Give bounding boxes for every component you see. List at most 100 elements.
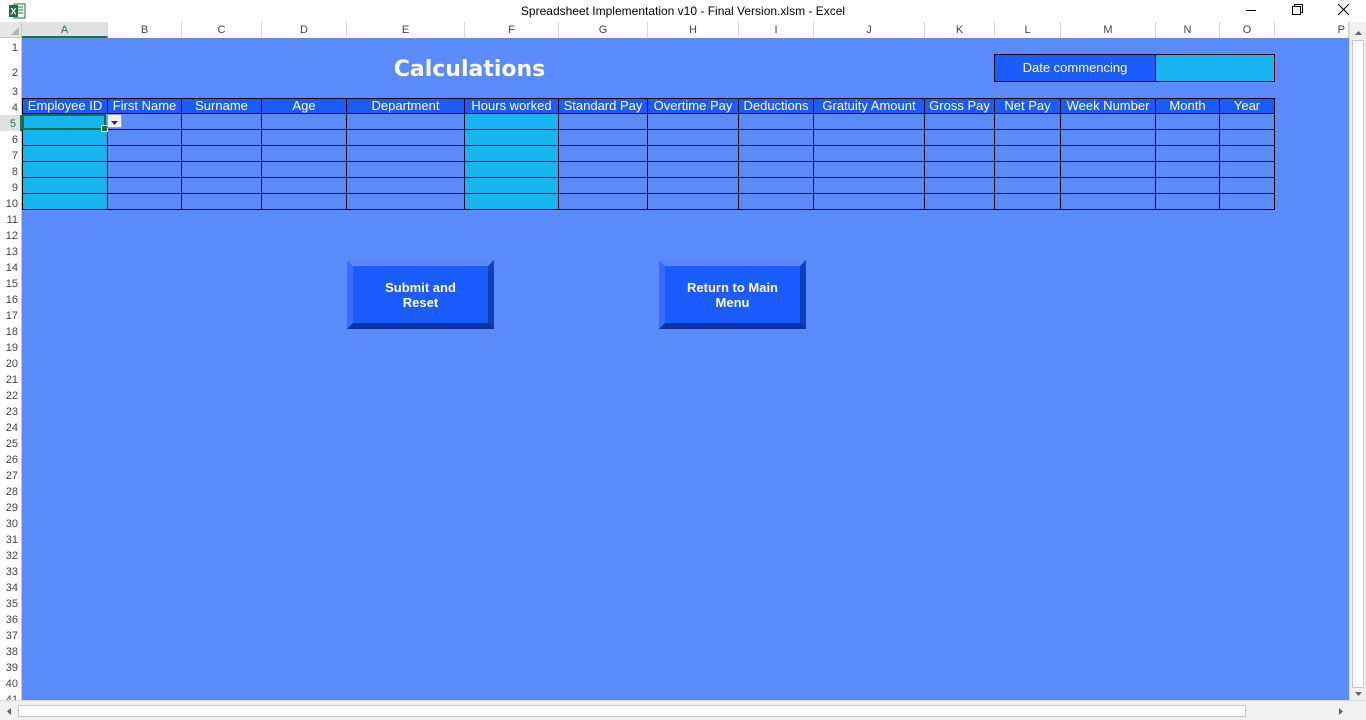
table-cell[interactable]	[346, 113, 465, 130]
row-header[interactable]: 5	[0, 115, 22, 131]
column-header-m[interactable]: M	[1061, 22, 1156, 38]
table-cell[interactable]	[647, 113, 739, 130]
row-header[interactable]: 21	[0, 371, 22, 387]
scroll-down-button[interactable]	[1350, 683, 1366, 700]
column-header-a[interactable]: A	[22, 22, 108, 38]
table-cell[interactable]	[464, 193, 559, 210]
row-header[interactable]: 32	[0, 547, 22, 563]
table-cell[interactable]	[107, 145, 182, 162]
table-cell[interactable]	[1155, 145, 1220, 162]
row-header[interactable]: 15	[0, 275, 22, 291]
row-header[interactable]: 34	[0, 579, 22, 595]
row-header[interactable]: 1	[0, 39, 22, 55]
table-cell[interactable]	[181, 177, 262, 194]
row-header[interactable]: 17	[0, 307, 22, 323]
table-cell[interactable]	[738, 161, 814, 178]
row-header[interactable]: 37	[0, 627, 22, 643]
table-cell[interactable]	[558, 177, 648, 194]
row-header[interactable]: 36	[0, 611, 22, 627]
table-cell[interactable]	[181, 145, 262, 162]
table-cell[interactable]	[558, 193, 648, 210]
table-cell[interactable]	[261, 129, 347, 146]
table-cell[interactable]	[1219, 177, 1275, 194]
scroll-left-button[interactable]	[0, 701, 17, 720]
row-header[interactable]: 13	[0, 243, 22, 259]
table-cell[interactable]	[261, 193, 347, 210]
table-cell[interactable]	[261, 161, 347, 178]
table-cell[interactable]	[647, 177, 739, 194]
table-cell[interactable]	[1155, 193, 1220, 210]
table-cell[interactable]	[558, 145, 648, 162]
table-cell[interactable]	[107, 129, 182, 146]
column-header-p[interactable]: P	[1275, 22, 1349, 38]
table-cell[interactable]	[994, 161, 1061, 178]
table-cell[interactable]	[464, 113, 559, 130]
row-header[interactable]: 19	[0, 339, 22, 355]
table-cell[interactable]	[924, 161, 995, 178]
table-cell[interactable]	[813, 113, 925, 130]
row-header[interactable]: 24	[0, 419, 22, 435]
table-cell[interactable]	[22, 161, 108, 178]
row-header[interactable]: 29	[0, 499, 22, 515]
table-cell[interactable]	[1060, 113, 1156, 130]
table-cell[interactable]	[22, 193, 108, 210]
table-cell[interactable]	[22, 145, 108, 162]
table-cell[interactable]	[647, 161, 739, 178]
row-header[interactable]: 4	[0, 99, 22, 115]
table-cell[interactable]	[1155, 113, 1220, 130]
restore-button[interactable]	[1274, 0, 1320, 22]
row-header[interactable]: 7	[0, 147, 22, 163]
table-cell[interactable]	[813, 129, 925, 146]
table-cell[interactable]	[107, 193, 182, 210]
submit-and-reset-button[interactable]: Submit and Reset	[347, 260, 494, 329]
table-cell[interactable]	[738, 129, 814, 146]
table-cell[interactable]	[464, 161, 559, 178]
table-cell[interactable]	[261, 113, 347, 130]
table-cell[interactable]	[1219, 161, 1275, 178]
return-to-main-menu-button[interactable]: Return to Main Menu	[659, 260, 806, 329]
column-header-d[interactable]: D	[262, 22, 347, 38]
column-header-l[interactable]: L	[995, 22, 1061, 38]
table-cell[interactable]	[647, 129, 739, 146]
table-cell[interactable]	[924, 113, 995, 130]
table-cell[interactable]	[181, 113, 262, 130]
table-cell[interactable]	[261, 145, 347, 162]
table-cell[interactable]	[464, 145, 559, 162]
table-cell[interactable]	[813, 177, 925, 194]
table-cell[interactable]	[261, 177, 347, 194]
row-header[interactable]: 38	[0, 643, 22, 659]
table-cell[interactable]	[738, 145, 814, 162]
scroll-right-button[interactable]	[1332, 701, 1349, 720]
table-cell[interactable]	[346, 193, 465, 210]
table-cell[interactable]	[1060, 177, 1156, 194]
table-cell[interactable]	[738, 177, 814, 194]
table-cell[interactable]	[181, 129, 262, 146]
table-cell[interactable]	[647, 145, 739, 162]
table-cell[interactable]	[464, 129, 559, 146]
table-cell[interactable]	[346, 177, 465, 194]
column-header-j[interactable]: J	[814, 22, 925, 38]
row-header[interactable]: 8	[0, 163, 22, 179]
date-commencing-input[interactable]	[1155, 54, 1275, 82]
row-header[interactable]: 22	[0, 387, 22, 403]
table-cell[interactable]	[924, 145, 995, 162]
table-cell[interactable]	[1060, 161, 1156, 178]
column-header-e[interactable]: E	[347, 22, 465, 38]
row-header[interactable]: 14	[0, 259, 22, 275]
table-cell[interactable]	[1219, 113, 1275, 130]
table-cell[interactable]	[813, 161, 925, 178]
table-cell[interactable]	[181, 193, 262, 210]
close-button[interactable]	[1320, 0, 1366, 22]
table-cell[interactable]	[738, 193, 814, 210]
table-cell[interactable]	[994, 113, 1061, 130]
row-header[interactable]: 2	[0, 64, 22, 80]
vertical-scroll-thumb[interactable]	[1352, 40, 1364, 688]
table-cell[interactable]	[647, 193, 739, 210]
table-cell[interactable]	[1060, 193, 1156, 210]
row-header[interactable]: 31	[0, 531, 22, 547]
column-header-h[interactable]: H	[648, 22, 739, 38]
table-cell[interactable]	[924, 193, 995, 210]
row-header[interactable]: 23	[0, 403, 22, 419]
table-cell[interactable]	[1219, 145, 1275, 162]
table-cell[interactable]	[1155, 129, 1220, 146]
